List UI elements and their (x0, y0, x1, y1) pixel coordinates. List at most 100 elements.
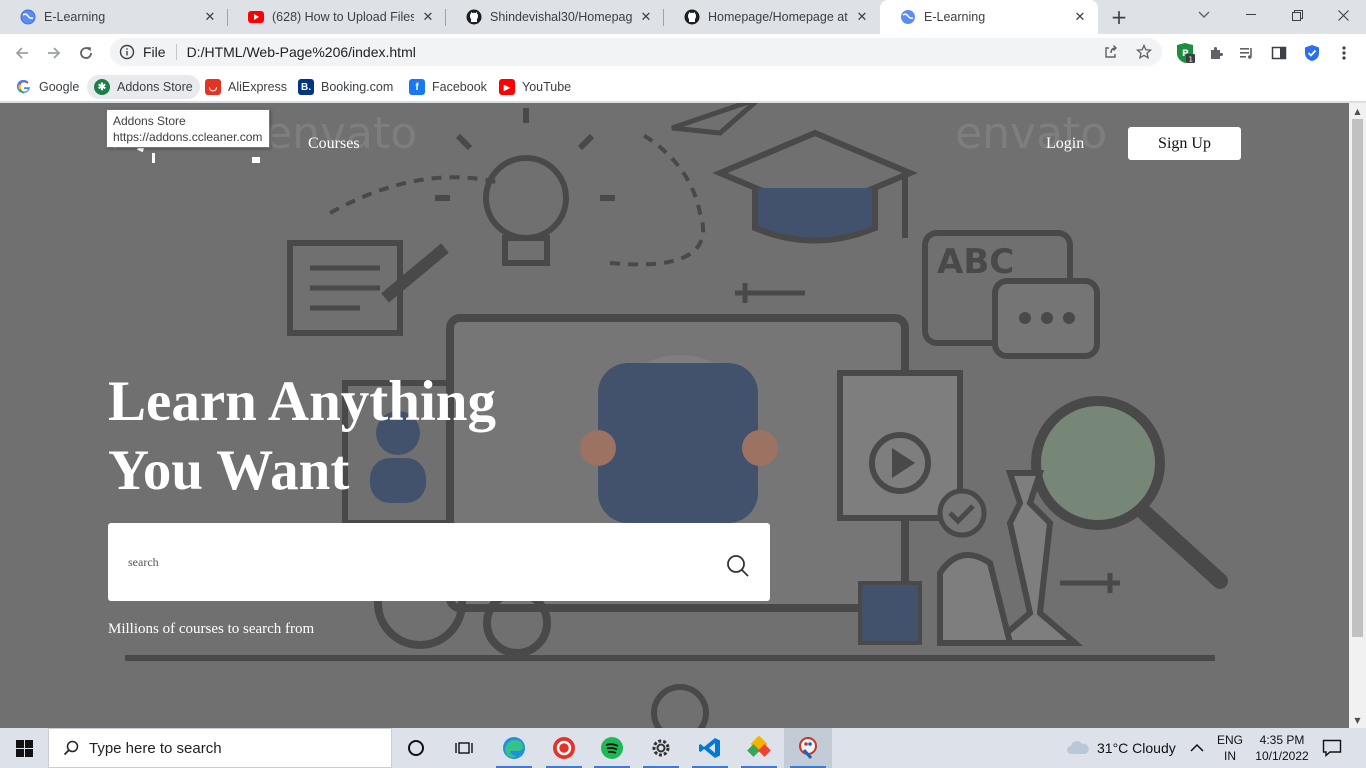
back-button[interactable] (8, 39, 36, 67)
tab-title: Shindevishal30/Homepage (490, 10, 632, 24)
hero-tagline: Millions of courses to search from (108, 621, 315, 637)
edge-icon[interactable] (490, 728, 538, 768)
language-indicator[interactable]: ENG IN (1217, 728, 1243, 768)
close-icon[interactable]: ✕ (202, 9, 218, 25)
page-scrollbar[interactable]: ▲ ▼ (1349, 103, 1366, 728)
bookmark-label: Addons Store (117, 80, 193, 94)
cloud-icon (1067, 741, 1089, 754)
close-icon[interactable]: ✕ (638, 9, 654, 25)
tooltip-url: https://addons.ccleaner.com (113, 130, 263, 144)
facebook-icon: f (409, 79, 425, 95)
shield-icon[interactable] (1301, 42, 1323, 64)
nav-courses-link[interactable]: Courses (308, 135, 360, 153)
spotify-icon[interactable] (588, 728, 636, 768)
address-divider (175, 44, 177, 60)
scroll-up-arrow-icon[interactable]: ▲ (1349, 103, 1366, 119)
tab-title: E-Learning (924, 10, 986, 24)
booking-icon: B. (298, 79, 314, 95)
reload-button[interactable] (72, 39, 100, 67)
github-icon (684, 9, 700, 25)
bookmark-label: YouTube (522, 80, 572, 94)
tooltip-title: Addons Store (113, 114, 186, 128)
forward-button[interactable] (40, 39, 68, 67)
tray-chevron-up-icon[interactable] (1190, 728, 1204, 768)
bookmarks-bar: Google ✱ Addons Store ◡ AliExpress B. Bo… (0, 71, 1366, 102)
tab-github-shindevishal[interactable]: Shindevishal30/Homepage ✕ (446, 0, 664, 34)
extension-p-icon[interactable]: P1 (1174, 42, 1196, 64)
addons-icon: ✱ (94, 79, 110, 95)
tab-youtube[interactable]: (628) How to Upload Files / F ✕ (228, 0, 446, 34)
close-icon[interactable]: ✕ (1072, 9, 1088, 25)
tab-title: E-Learning (44, 10, 106, 24)
side-panel-icon[interactable] (1268, 42, 1290, 64)
bookmark-star-icon[interactable] (1132, 38, 1156, 66)
scrollbar-thumb[interactable] (1352, 119, 1363, 637)
tab-title: (628) How to Upload Files / F (272, 10, 414, 24)
address-bar[interactable]: File D:/HTML/Web-Page%206/index.html (110, 38, 1162, 66)
bookmark-aliexpress[interactable]: ◡ AliExpress (198, 75, 294, 99)
taskbar-search-placeholder: Type here to search (89, 739, 222, 757)
tab-github-homepage[interactable]: Homepage/Homepage at ma ✕ (664, 0, 880, 34)
globe-icon (20, 9, 36, 25)
bookmark-google[interactable]: Google (9, 75, 86, 99)
tab-search-chevron-icon[interactable] (1181, 0, 1227, 30)
paint-icon[interactable] (784, 728, 832, 768)
bookmark-label: AliExpress (228, 80, 288, 94)
notifications-icon[interactable] (1322, 728, 1342, 768)
minimize-button[interactable] (1228, 0, 1274, 30)
restore-button[interactable] (1274, 0, 1320, 30)
vscode-icon[interactable] (686, 728, 734, 768)
globe-icon (900, 9, 916, 25)
language-region: IN (1224, 749, 1236, 763)
share-icon[interactable] (1099, 38, 1123, 66)
course-search-input[interactable] (128, 551, 688, 573)
tab-title: Homepage/Homepage at ma (708, 10, 848, 24)
bookmark-facebook[interactable]: f Facebook (402, 75, 494, 99)
sign-up-button[interactable]: Sign Up (1128, 127, 1241, 160)
start-button[interactable] (0, 728, 48, 768)
bookmark-youtube[interactable]: ▶ YouTube (492, 75, 578, 99)
address-url[interactable]: D:/HTML/Web-Page%206/index.html (187, 44, 416, 60)
taskbar-search-box[interactable]: Type here to search (48, 728, 392, 768)
bookmark-addons-store[interactable]: ✱ Addons Store (87, 75, 200, 99)
clock-date: 10/1/2022 (1255, 749, 1309, 763)
headline-line-2: You Want (108, 439, 350, 502)
headline-line-1: Learn Anything (108, 370, 497, 433)
ccleaner-icon[interactable] (540, 728, 588, 768)
cortana-icon[interactable] (392, 728, 440, 768)
task-view-icon[interactable] (440, 728, 488, 768)
weather-widget[interactable]: 31°C Cloudy (1066, 728, 1176, 768)
info-icon[interactable] (119, 44, 135, 60)
svg-text:1: 1 (1189, 56, 1193, 64)
close-icon[interactable]: ✕ (854, 9, 870, 25)
youtube-icon (248, 9, 264, 25)
language-code: ENG (1217, 733, 1244, 747)
github-icon (466, 9, 482, 25)
close-window-button[interactable] (1320, 0, 1366, 30)
new-tab-button[interactable]: + (1107, 5, 1131, 29)
course-search-box (108, 523, 770, 601)
search-icon (63, 740, 79, 756)
aliexpress-icon: ◡ (205, 79, 221, 95)
bookmark-booking[interactable]: B. Booking.com (291, 75, 400, 99)
nav-login-link[interactable]: Login (1046, 135, 1084, 153)
close-icon[interactable]: ✕ (420, 9, 436, 25)
github-desktop-icon[interactable] (735, 728, 783, 768)
media-control-icon[interactable] (1236, 42, 1258, 64)
address-scheme-label: File (143, 44, 166, 60)
tab-e-learning-1[interactable]: E-Learning ✕ (0, 0, 228, 34)
scroll-down-arrow-icon[interactable]: ▼ (1349, 712, 1366, 728)
tab-e-learning-active[interactable]: E-Learning ✕ (880, 0, 1098, 34)
bookmark-label: Booking.com (321, 80, 394, 94)
clock[interactable]: 4:35 PM 10/1/2022 (1254, 728, 1310, 768)
search-icon[interactable] (726, 554, 750, 578)
tab-strip: E-Learning ✕ (628) How to Upload Files /… (0, 0, 1366, 34)
windows-taskbar: Type here to search 31°C Cloudy ENG IN 4… (0, 728, 1366, 768)
menu-kebab-icon[interactable] (1333, 42, 1355, 64)
arrow-right-icon (48, 47, 61, 59)
settings-gear-icon[interactable] (637, 728, 685, 768)
bookmark-tooltip: Addons Store https://addons.ccleaner.com (106, 109, 270, 148)
extensions-puzzle-icon[interactable] (1205, 42, 1227, 64)
google-icon (16, 79, 32, 95)
watermark-text: envato (955, 108, 1107, 159)
